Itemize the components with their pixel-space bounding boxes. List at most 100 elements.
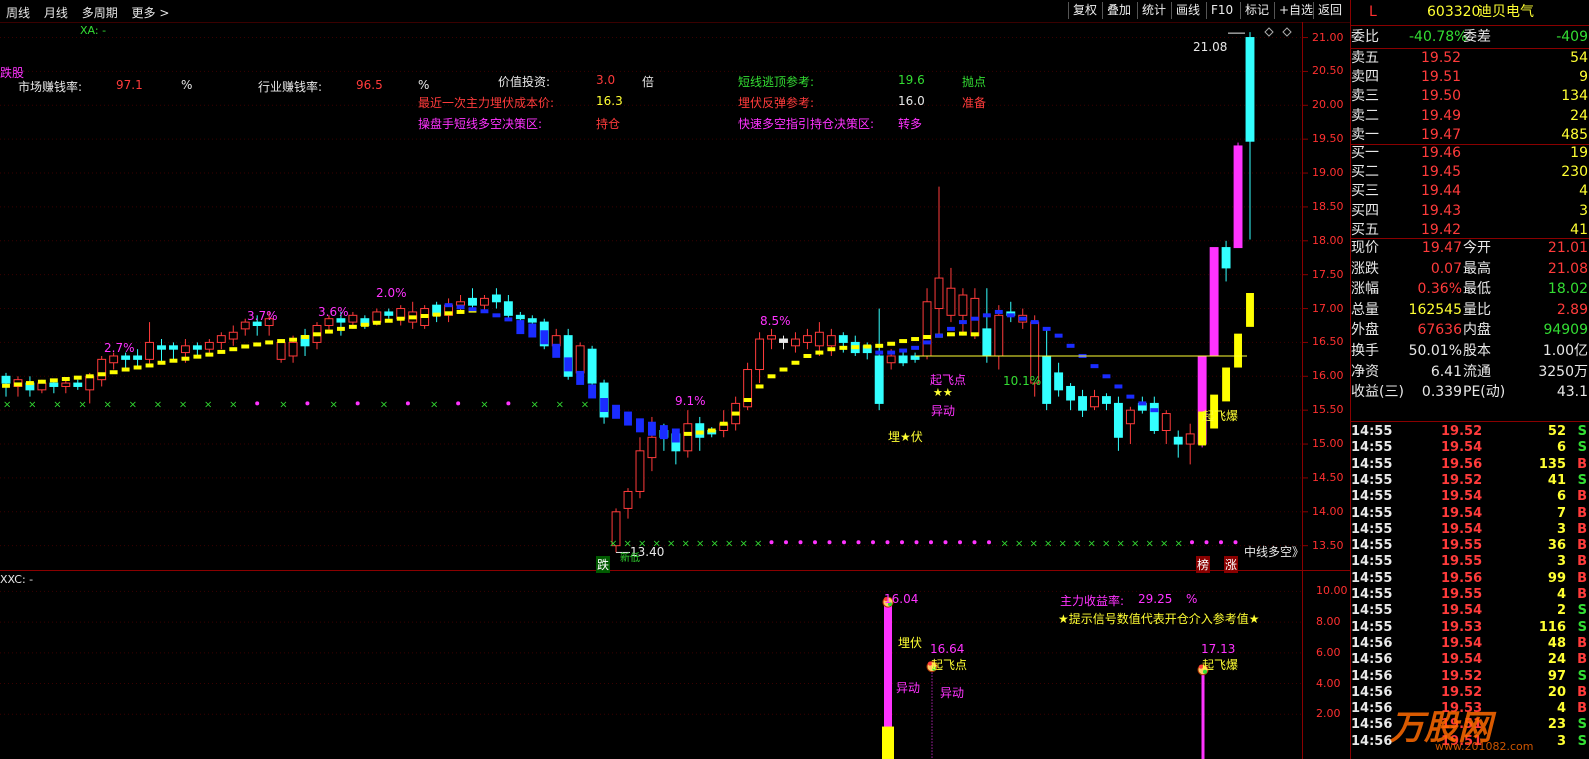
signal-cross: × xyxy=(1030,538,1038,549)
trader-zone-value: 持仓 xyxy=(596,117,621,131)
stat-row: 涨跌 0.07 最高 21.08 xyxy=(1351,259,1589,280)
signal-cross: × xyxy=(609,538,617,549)
trend-bar-yellow xyxy=(899,339,908,344)
bid-volume: 19 xyxy=(1570,145,1588,161)
stat-value: 43.1 xyxy=(1556,384,1588,401)
trend-bar-yellow xyxy=(325,329,333,334)
signal-dot xyxy=(827,540,832,545)
tick-side: B xyxy=(1577,554,1587,570)
tick-volume: 116 xyxy=(1538,619,1566,635)
bid-volume: 230 xyxy=(1561,164,1588,181)
trend-bar-yellow xyxy=(791,360,800,365)
pct-annotation: 3.6% xyxy=(318,305,349,319)
add-favorite-button[interactable]: +自选 xyxy=(1274,2,1318,19)
trend-bar-yellow xyxy=(719,421,728,426)
menu-multi-period[interactable]: 多周期 xyxy=(82,6,118,20)
trend-bar-yellow xyxy=(408,315,417,320)
trend-bar-yellow xyxy=(193,354,202,359)
tick-time: 14:55 xyxy=(1351,440,1393,456)
restore-rights-button[interactable]: 复权 xyxy=(1068,2,1102,19)
pct-annotation: 8.5% xyxy=(760,314,791,328)
back-button[interactable]: 返回 xyxy=(1313,2,1347,19)
menu-more[interactable]: 更多 > xyxy=(132,6,170,20)
bid-label: 买三 xyxy=(1351,183,1379,200)
tick-row: 14:56 19.52 97 S xyxy=(1351,669,1589,685)
trend-bar-blue xyxy=(1018,316,1027,321)
stat-label: 净资 xyxy=(1351,363,1379,380)
stat-value: 50.01% xyxy=(1408,343,1462,359)
kline-chart[interactable]: × × × × × × × × × × × × × × × × × ×× × × × × × × × × × × × × × × × × × × × × ×… xyxy=(0,22,1350,759)
trend-bar-yellow xyxy=(1246,293,1254,327)
signal-cross: × xyxy=(1102,538,1110,549)
trend-bar-blue xyxy=(1030,320,1039,325)
signal-cross: × xyxy=(129,399,137,410)
stat-label: 股本 xyxy=(1463,343,1491,359)
stat-row: 收益(三) 0.339 PE(动) 43.1 xyxy=(1351,382,1589,403)
trend-bar-yellow xyxy=(85,374,94,379)
stat-value: 162545 xyxy=(1408,301,1462,318)
ask-label: 卖二 xyxy=(1351,107,1379,124)
main-profit-label: 主力收益率: xyxy=(1060,594,1125,608)
stat-value: 18.02 xyxy=(1547,281,1588,298)
tick-side: B xyxy=(1577,570,1587,586)
signal-value-3: 17.13 xyxy=(1201,642,1236,656)
bid-price: 19.44 xyxy=(1421,183,1462,200)
candle-body xyxy=(910,355,920,360)
axis-divider xyxy=(1302,22,1303,759)
f10-button[interactable]: F10 xyxy=(1206,2,1238,19)
trend-bar-blue xyxy=(552,343,561,358)
weicha-label: 委差 xyxy=(1463,29,1491,45)
takeoff-burst-label: 起飞爆 xyxy=(1202,409,1239,423)
overlay-button[interactable]: 叠加 xyxy=(1102,2,1136,19)
stat-label: 内盘 xyxy=(1463,322,1491,339)
mark-button[interactable]: 标记 xyxy=(1240,2,1274,19)
candle-body xyxy=(982,328,992,357)
trend-bar-yellow xyxy=(851,345,860,350)
stat-value: 19.47 xyxy=(1421,240,1462,256)
stat-value: 67636 xyxy=(1417,322,1462,339)
menu-weekly[interactable]: 周线 xyxy=(6,6,30,20)
stat-value: 0.36% xyxy=(1417,281,1462,298)
draw-line-button[interactable]: 画线 xyxy=(1171,2,1205,19)
signal-cross: × xyxy=(711,538,719,549)
trend-bar-blue xyxy=(636,418,644,433)
price-tick-label: 18.50 xyxy=(1312,199,1344,213)
price-tick-label: 20.00 xyxy=(1312,98,1344,112)
tick-side: S xyxy=(1577,440,1587,456)
tick-row: 14:55 19.52 52 S xyxy=(1351,424,1589,440)
tick-price: 19.54 xyxy=(1441,521,1483,537)
stat-label: 流通 xyxy=(1463,363,1491,380)
candle-body xyxy=(1245,37,1255,142)
bid-row: 买三 19.44 4 xyxy=(1351,181,1589,202)
candle-body xyxy=(647,436,657,459)
trend-bar-yellow xyxy=(456,309,465,314)
candle-body xyxy=(169,345,178,350)
candle-body xyxy=(1090,396,1099,408)
trend-bar-blue xyxy=(647,421,656,436)
bid-volume: 4 xyxy=(1579,183,1588,200)
signal-cross: × xyxy=(725,538,733,549)
trend-bar-blue xyxy=(875,350,884,355)
pane-divider xyxy=(0,570,1350,571)
signal-cross: × xyxy=(480,399,488,410)
trend-bar-blue xyxy=(899,348,908,353)
signal-dot xyxy=(255,401,260,406)
tick-time: 14:56 xyxy=(1351,635,1393,651)
signal-dot xyxy=(914,540,919,545)
tick-row: 14:55 19.55 36 B xyxy=(1351,538,1589,554)
ambush-rebound-value: 16.0 xyxy=(898,94,925,108)
candle-body xyxy=(336,318,346,323)
new-low-tag: 新低 xyxy=(620,553,640,564)
candle-body xyxy=(145,341,154,360)
signal-cross: × xyxy=(78,399,86,410)
candle-body xyxy=(1173,436,1183,445)
trend-bar-yellow xyxy=(695,430,704,435)
stats-button[interactable]: 统计 xyxy=(1137,2,1171,19)
value-invest-label: 价值投资: xyxy=(498,75,551,89)
candle-body xyxy=(503,301,513,316)
signal-dot xyxy=(871,540,875,545)
menu-monthly[interactable]: 月线 xyxy=(44,6,68,20)
tick-row: 14:55 19.53 116 S xyxy=(1351,620,1589,636)
signal-cross: × xyxy=(380,399,388,410)
tick-side: B xyxy=(1577,587,1587,602)
